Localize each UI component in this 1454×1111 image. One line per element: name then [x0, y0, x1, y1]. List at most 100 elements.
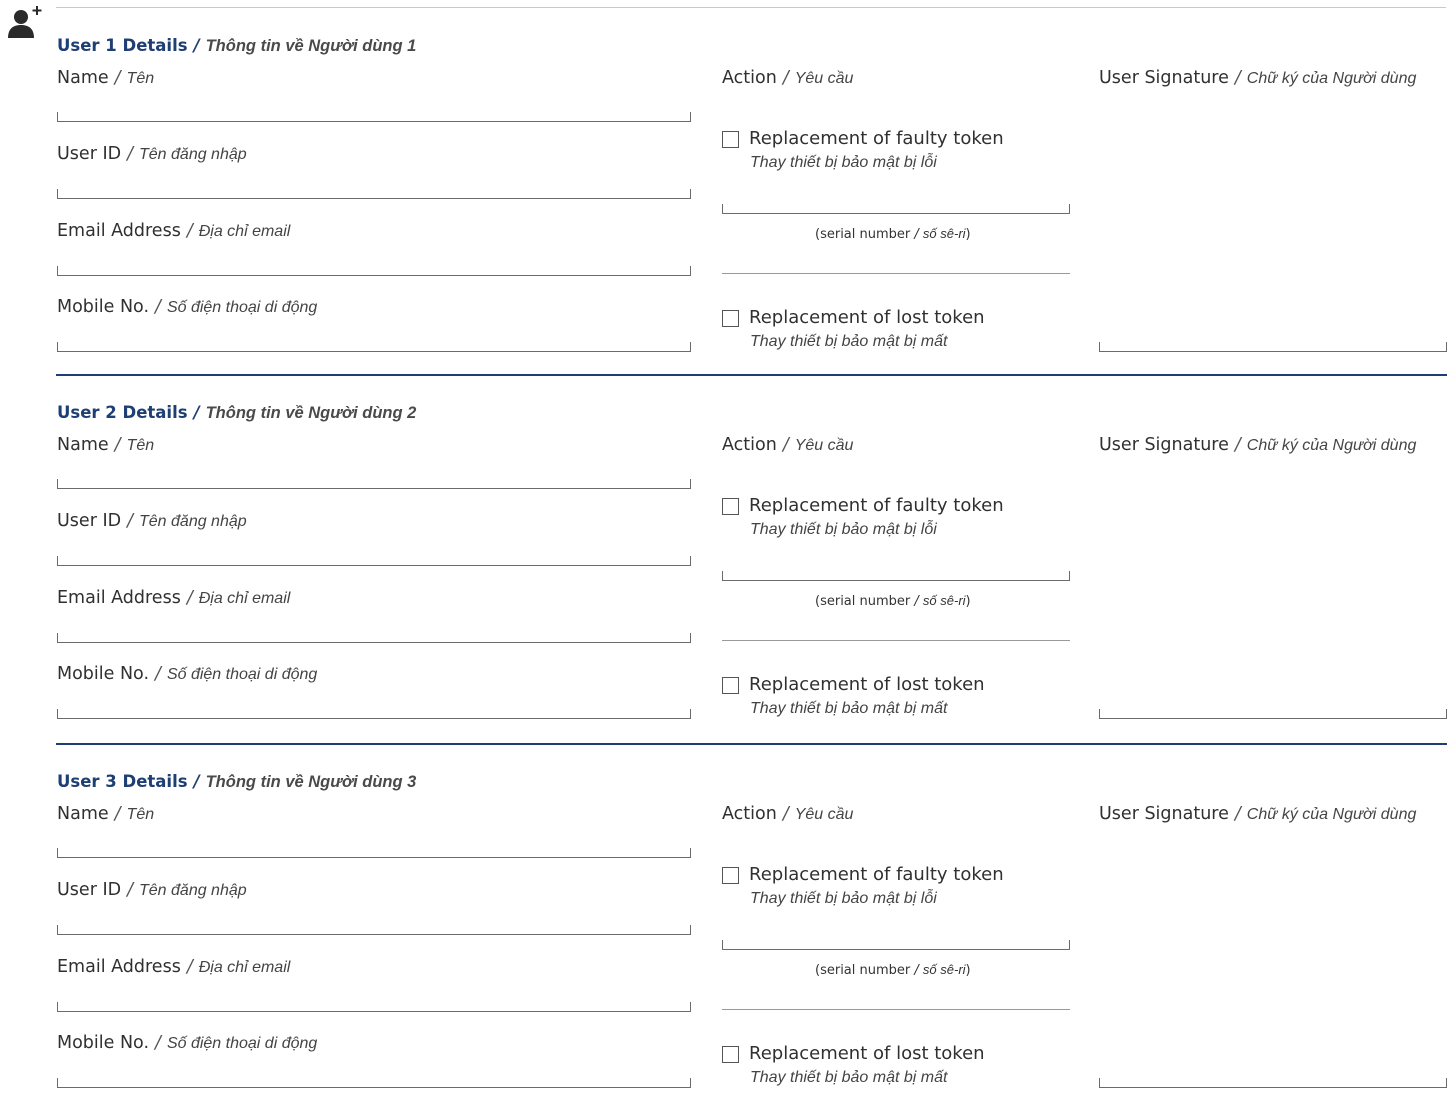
label-separator: /	[155, 297, 161, 317]
serial-caption-en: serial number	[820, 227, 911, 242]
faulty-token-checkbox[interactable]	[722, 131, 739, 148]
lost-token-checkbox[interactable]	[722, 677, 739, 694]
action-label-vi: Yêu cầu	[794, 437, 854, 454]
lost-token-checkbox[interactable]	[722, 310, 739, 327]
email-field[interactable]	[57, 266, 691, 276]
signature-field[interactable]	[1099, 342, 1447, 352]
mobile-label: Mobile No. / Số điện thoại di động	[57, 297, 317, 317]
lost-token-checkbox[interactable]	[722, 1046, 739, 1063]
mobile-field[interactable]	[57, 1078, 691, 1088]
section-divider	[56, 374, 1447, 376]
label-separator: /	[1234, 68, 1241, 88]
user-id-field[interactable]	[57, 189, 691, 199]
signature-label: User Signature / Chữ ký của Người dùng	[1099, 435, 1416, 455]
label-separator: /	[114, 435, 121, 455]
section-title: User 2 Details / Thông tin về Người dùng 2	[57, 403, 416, 423]
signature-field[interactable]	[1099, 1078, 1447, 1088]
label-separator: /	[155, 664, 161, 684]
action-label-vi: Yêu cầu	[794, 806, 854, 823]
user-3-details-section: User 3 Details / Thông tin về Người dùng 3…	[0, 743, 1454, 1111]
mobile-label-en: Mobile No.	[57, 297, 150, 317]
section-title-vi: Thông tin về Người dùng 3	[205, 773, 417, 791]
serial-caption-separator: /	[910, 963, 923, 978]
mobile-label-vi: Số điện thoại di động	[166, 299, 318, 316]
email-label: Email Address / Địa chỉ email	[57, 588, 290, 608]
name-label: Name / Tên	[57, 435, 154, 455]
mobile-label-en: Mobile No.	[57, 664, 150, 684]
signature-label-en: User Signature	[1099, 68, 1229, 88]
mobile-label-en: Mobile No.	[57, 1033, 150, 1053]
mobile-label-vi: Số điện thoại di động	[166, 666, 318, 683]
mobile-label: Mobile No. / Số điện thoại di động	[57, 1033, 317, 1053]
mobile-field[interactable]	[57, 342, 691, 352]
user-id-label-vi: Tên đăng nhập	[139, 882, 247, 899]
section-title: User 1 Details / Thông tin về Người dùng 1	[57, 36, 416, 56]
serial-caption-vi: số sê-ri	[922, 593, 966, 608]
action-divider	[722, 640, 1070, 641]
section-title-en: User 2 Details	[57, 403, 188, 422]
label-separator: /	[782, 68, 789, 88]
serial-caption-vi: số sê-ri	[922, 226, 966, 241]
label-separator: /	[155, 1033, 161, 1053]
serial-number-field[interactable]	[722, 940, 1070, 950]
label-separator: /	[127, 880, 133, 900]
signature-label-en: User Signature	[1099, 435, 1229, 455]
action-label: Action / Yêu cầu	[722, 68, 853, 88]
name-label-en: Name	[57, 804, 109, 824]
label-separator: /	[186, 588, 193, 608]
serial-number-field[interactable]	[722, 204, 1070, 214]
label-separator: /	[127, 511, 133, 531]
signature-label: User Signature / Chữ ký của Người dùng	[1099, 68, 1416, 88]
label-separator: /	[1234, 804, 1241, 824]
section-title-vi: Thông tin về Người dùng 1	[205, 37, 417, 55]
section-divider	[56, 743, 1447, 745]
label-separator: /	[186, 957, 193, 977]
serial-caption-separator: /	[910, 227, 923, 242]
name-label: Name / Tên	[57, 68, 154, 88]
action-label: Action / Yêu cầu	[722, 435, 853, 455]
user-id-field[interactable]	[57, 556, 691, 566]
faulty-token-checkbox[interactable]	[722, 867, 739, 884]
user-id-field[interactable]	[57, 925, 691, 935]
name-label-vi: Tên	[126, 70, 155, 87]
lost-token-label-vi: Thay thiết bị bảo mật bị mất	[750, 700, 948, 717]
email-label-vi: Địa chỉ email	[198, 223, 291, 240]
name-field[interactable]	[57, 848, 691, 858]
label-separator: /	[782, 804, 789, 824]
email-label-en: Email Address	[57, 957, 181, 977]
name-field[interactable]	[57, 479, 691, 489]
section-title-vi: Thông tin về Người dùng 2	[205, 404, 417, 422]
user-id-label-vi: Tên đăng nhập	[139, 146, 247, 163]
name-label-en: Name	[57, 435, 109, 455]
signature-field[interactable]	[1099, 709, 1447, 719]
name-label-en: Name	[57, 68, 109, 88]
email-label: Email Address / Địa chỉ email	[57, 221, 290, 241]
user-id-label: User ID / Tên đăng nhập	[57, 144, 247, 164]
label-separator: /	[114, 68, 121, 88]
mobile-label: Mobile No. / Số điện thoại di động	[57, 664, 317, 684]
section-title-en: User 3 Details	[57, 772, 188, 791]
mobile-field[interactable]	[57, 709, 691, 719]
serial-number-field[interactable]	[722, 571, 1070, 581]
serial-caption-vi: số sê-ri	[922, 962, 966, 977]
user-id-label-en: User ID	[57, 144, 122, 164]
lost-token-label: Replacement of lost token	[749, 674, 985, 695]
user-id-label: User ID / Tên đăng nhập	[57, 511, 247, 531]
name-label-vi: Tên	[126, 437, 155, 454]
title-separator: /	[193, 403, 200, 422]
signature-label-vi: Chữ ký của Người dùng	[1246, 806, 1417, 823]
action-label-vi: Yêu cầu	[794, 70, 854, 87]
name-field[interactable]	[57, 112, 691, 122]
email-field[interactable]	[57, 1002, 691, 1012]
faulty-token-label: Replacement of faulty token	[749, 128, 1004, 149]
faulty-token-label-vi: Thay thiết bị bảo mật bị lỗi	[750, 521, 937, 538]
email-field[interactable]	[57, 633, 691, 643]
serial-caption-en: serial number	[820, 594, 911, 609]
user-id-label-en: User ID	[57, 880, 122, 900]
email-label-vi: Địa chỉ email	[198, 590, 291, 607]
email-label-en: Email Address	[57, 221, 181, 241]
serial-number-caption: (serial number / số sê-ri)	[815, 226, 971, 242]
section-title-en: User 1 Details	[57, 36, 188, 55]
faulty-token-label: Replacement of faulty token	[749, 495, 1004, 516]
faulty-token-checkbox[interactable]	[722, 498, 739, 515]
